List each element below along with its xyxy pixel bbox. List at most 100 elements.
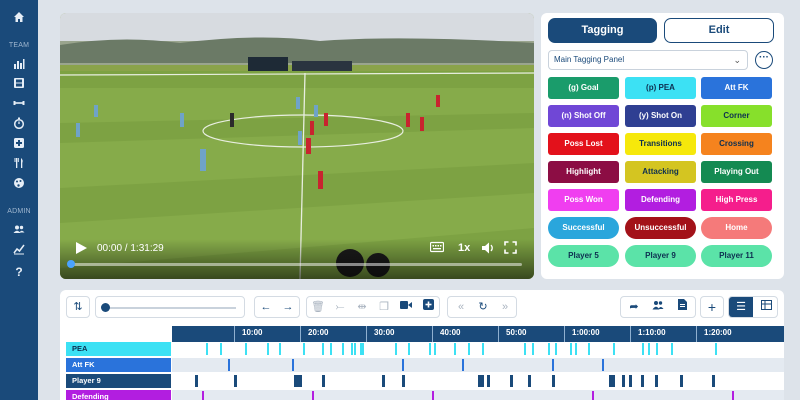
arrow-right-icon[interactable]: → [277,297,299,317]
share-icon[interactable]: ➦ [623,297,645,317]
tag-button-att-fk[interactable]: Att FK [701,77,772,99]
line-chart-icon[interactable] [8,242,30,260]
timeline-row-label[interactable]: Player 9 [66,374,171,388]
timeline-event-mark[interactable] [395,343,397,355]
timeline-event-mark[interactable] [612,375,615,387]
timeline-row-track[interactable] [172,374,784,388]
timeline-event-mark[interactable] [622,375,625,387]
timeline-event-mark[interactable] [552,359,554,371]
timeline-row-track[interactable] [172,390,784,400]
fast-forward-icon[interactable]: » [494,297,516,317]
video-progress-bar[interactable] [70,263,522,266]
timeline-event-mark[interactable] [267,343,269,355]
timeline-event-mark[interactable] [482,343,484,355]
timeline-row-label[interactable]: PEA [66,342,171,356]
tag-button-defending[interactable]: Defending [625,189,696,211]
timeline-event-mark[interactable] [592,391,594,400]
timeline-event-mark[interactable] [228,359,230,371]
timeline-event-mark[interactable] [487,375,490,387]
add-row-button[interactable]: + [700,296,724,318]
timeline-event-mark[interactable] [641,375,644,387]
timeline-row-track[interactable] [172,342,784,356]
timeline-event-mark[interactable] [524,343,526,355]
refresh-icon[interactable]: ↻ [472,297,494,317]
sort-button[interactable]: ⇅ [66,296,90,318]
home-icon[interactable] [8,10,30,28]
timeline-event-mark[interactable] [715,343,717,355]
timeline-event-mark[interactable] [555,343,557,355]
timeline-event-mark[interactable] [279,343,281,355]
timeline-event-mark[interactable] [322,375,325,387]
tag-button-player-9[interactable]: Player 9 [625,245,696,267]
timeline-event-mark[interactable] [570,343,572,355]
timeline-event-mark[interactable] [303,343,305,355]
timeline-zoom-slider[interactable] [95,296,245,318]
stopwatch-icon[interactable] [8,116,30,134]
video-camera-icon[interactable] [395,297,417,317]
tagging-panel-select[interactable]: Main Tagging Panel ⌄ [548,50,748,70]
timeline-event-mark[interactable] [532,343,534,355]
tag-button-poss-won[interactable]: Poss Won [548,189,619,211]
users-icon[interactable] [647,297,669,317]
tag-button-n-shot-off[interactable]: (n) Shot Off [548,105,619,127]
timeline-event-mark[interactable] [245,343,247,355]
timeline-event-mark[interactable] [408,343,410,355]
medical-icon[interactable] [8,136,30,154]
film-icon[interactable] [8,76,30,94]
timeline-event-mark[interactable] [292,359,294,371]
tag-button-y-shot-on[interactable]: (y) Shot On [625,105,696,127]
timeline-ruler[interactable]: 10:00 20:00 30:00 40:00 50:00 1:00:00 1:10:00 1… [172,326,784,342]
timeline-event-mark[interactable] [454,343,456,355]
timeline-event-mark[interactable] [362,343,364,355]
bar-chart-icon[interactable] [8,57,30,75]
more-options-icon[interactable]: ··· [755,51,773,69]
split-icon[interactable]: ⤚ [329,297,351,317]
timeline-event-mark[interactable] [588,343,590,355]
timeline-event-mark[interactable] [548,343,550,355]
copy-icon[interactable]: ❐ [373,297,395,317]
tag-button-poss-lost[interactable]: Poss Lost [548,133,619,155]
tag-button-successful[interactable]: Successful [548,217,619,239]
timeline-event-mark[interactable] [732,391,734,400]
timeline-event-mark[interactable] [220,343,222,355]
tag-button-transitions[interactable]: Transitions [625,133,696,155]
help-icon[interactable]: ? [8,263,30,281]
timeline-event-mark[interactable] [671,343,673,355]
document-icon[interactable] [671,297,693,317]
merge-icon[interactable]: ⇹ [351,297,373,317]
tag-button-high-press[interactable]: High Press [701,189,772,211]
tag-button-highlight[interactable]: Highlight [548,161,619,183]
play-icon[interactable] [74,241,88,255]
timeline-event-mark[interactable] [206,343,208,355]
grid-view-icon[interactable] [754,297,777,317]
timeline-event-mark[interactable] [234,375,237,387]
timeline-event-mark[interactable] [402,375,405,387]
timeline-event-mark[interactable] [402,359,404,371]
timeline-event-mark[interactable] [299,375,302,387]
timeline-event-mark[interactable] [342,343,344,355]
tab-edit[interactable]: Edit [664,18,774,43]
cutlery-icon[interactable] [8,156,30,174]
arrow-left-icon[interactable]: ← [255,297,277,317]
timeline-event-mark[interactable] [322,343,324,355]
add-clip-icon[interactable] [417,297,439,317]
timeline-event-mark[interactable] [351,343,353,355]
tag-button-corner[interactable]: Corner [701,105,772,127]
tag-button-playing-out[interactable]: Playing Out [701,161,772,183]
timeline-event-mark[interactable] [680,375,683,387]
timeline-event-mark[interactable] [712,375,715,387]
timeline-row-label[interactable]: Att FK [66,358,171,372]
playback-speed[interactable]: 1x [458,242,470,254]
video-player[interactable]: 00:00 / 1:31:29 1x [60,13,534,279]
timeline-event-mark[interactable] [468,343,470,355]
timeline-event-mark[interactable] [629,375,632,387]
palette-icon[interactable] [8,176,30,194]
timeline-event-mark[interactable] [202,391,204,400]
timeline-event-mark[interactable] [195,375,198,387]
timeline-event-mark[interactable] [429,343,431,355]
rewind-icon[interactable]: « [450,297,472,317]
timeline-event-mark[interactable] [432,391,434,400]
dumbbell-icon[interactable] [8,96,30,114]
timeline-event-mark[interactable] [648,343,650,355]
tag-button-player-11[interactable]: Player 11 [701,245,772,267]
